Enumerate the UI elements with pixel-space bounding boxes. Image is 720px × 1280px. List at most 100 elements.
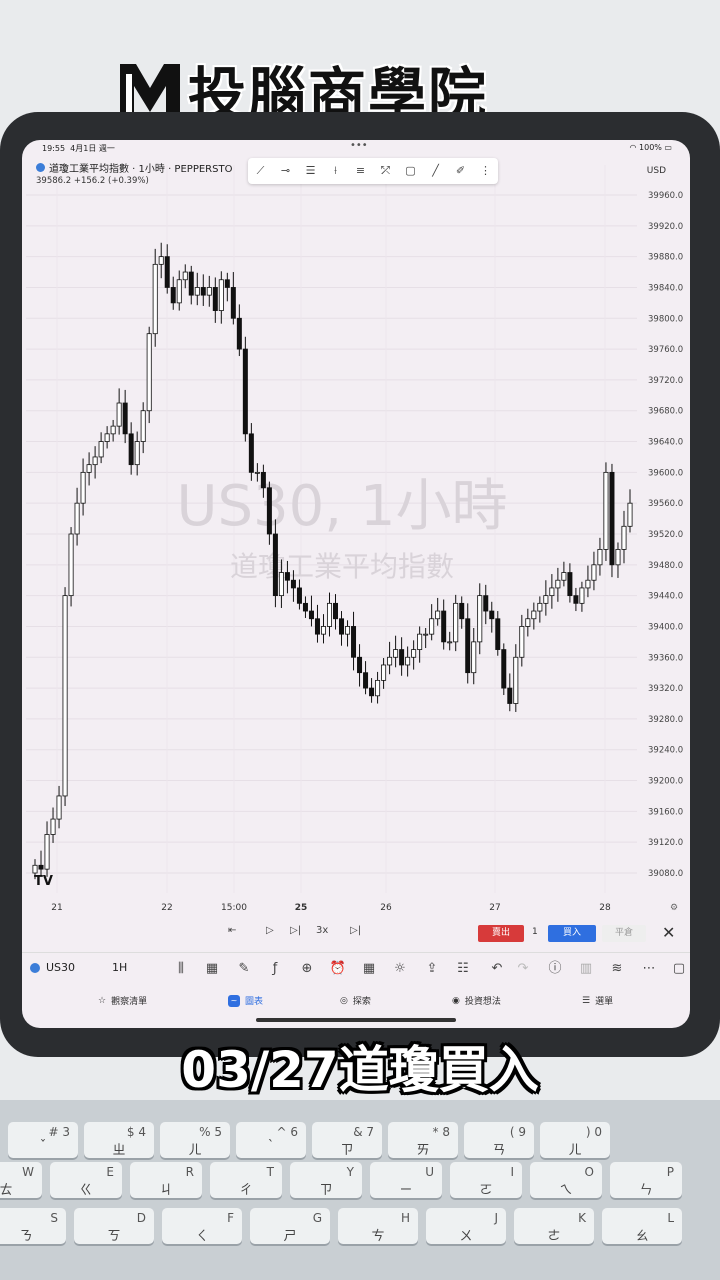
keyboard-key[interactable]: Dㄎ xyxy=(74,1208,154,1244)
fib-tool-icon[interactable]: ≡ xyxy=(353,163,369,179)
keyboard-key[interactable]: Yㄗ xyxy=(290,1162,362,1198)
layout-grid-icon[interactable]: ▦ xyxy=(360,960,378,978)
tradingview-logo-icon: TV xyxy=(34,874,53,889)
timeframe-selector[interactable]: 1H xyxy=(112,961,127,974)
indicators-icon[interactable]: ƒ xyxy=(266,960,284,978)
keyboard-key[interactable]: ^ 6ˋ xyxy=(236,1122,306,1158)
play-icon[interactable]: ▷ xyxy=(266,925,274,936)
nav-explore[interactable]: ◎ 探索 xyxy=(340,994,371,1008)
y-tick-label: 39440.0 xyxy=(648,592,683,602)
pitchfork-tool-icon[interactable]: ⤱ xyxy=(378,163,394,179)
nav-ideas[interactable]: ◉ 投資想法 xyxy=(452,994,501,1008)
calendar-icon[interactable]: ▦ xyxy=(203,960,221,978)
trend-line-tool-icon[interactable]: ⟋ xyxy=(253,163,269,179)
flatten-button[interactable]: 平倉 xyxy=(602,925,646,942)
home-indicator[interactable] xyxy=(256,1018,456,1022)
brush-tool-icon[interactable]: ✐ xyxy=(453,163,469,179)
notes-icon[interactable]: ☷ xyxy=(454,960,472,978)
more-icon[interactable]: ⋯ xyxy=(640,960,658,978)
star-icon: ☆ xyxy=(98,995,107,1006)
keyboard-key[interactable]: & 7ㄗ xyxy=(312,1122,382,1158)
keyboard-key[interactable]: # 3ˇ xyxy=(8,1122,78,1158)
keyboard-key[interactable]: Tㄔ xyxy=(210,1162,282,1198)
vertical-line-icon[interactable]: ⟊ xyxy=(328,163,344,179)
horizontal-ray-icon[interactable]: ⊸ xyxy=(278,163,294,179)
candle-body xyxy=(128,433,134,466)
keyboard-key[interactable]: Jㄨ xyxy=(426,1208,506,1244)
undo-icon[interactable]: ↶ xyxy=(488,960,506,978)
keyboard-key[interactable]: ) 0ㄦ xyxy=(540,1122,610,1158)
keyboard-key[interactable]: Rㄐ xyxy=(130,1162,202,1198)
replay-start-icon[interactable]: ⇤ xyxy=(228,925,236,936)
candle-body xyxy=(483,595,489,612)
sell-button[interactable]: 賣出 xyxy=(478,925,524,942)
share-icon[interactable]: ⇪ xyxy=(423,960,441,978)
more-tools-icon[interactable]: ⋮ xyxy=(478,163,494,179)
lightbulb-icon[interactable]: ☼ xyxy=(391,960,409,978)
y-tick-label: 39320.0 xyxy=(648,684,683,694)
brand-logo-icon xyxy=(120,64,180,116)
bar-chart-icon[interactable]: ▥ xyxy=(577,960,595,978)
x-tick-label: 26 xyxy=(380,903,392,913)
alarm-icon[interactable]: ⏰ xyxy=(329,960,347,978)
close-replay-icon[interactable]: ✕ xyxy=(662,923,675,942)
fullscreen-icon[interactable]: ▢ xyxy=(670,960,688,978)
candle-body xyxy=(302,602,308,612)
candle-body xyxy=(603,471,609,550)
keyboard-key[interactable]: ( 9ㄢ xyxy=(464,1122,534,1158)
rectangle-tool-icon[interactable]: ▢ xyxy=(403,163,419,179)
candles-icon[interactable]: ⫼ xyxy=(172,960,190,978)
toolbar-symbol[interactable]: US30 xyxy=(30,961,75,974)
chart-icon: ~ xyxy=(228,994,240,1007)
keyboard-key[interactable]: Eㄍ xyxy=(50,1162,122,1198)
buy-button[interactable]: 買入 xyxy=(548,925,596,942)
symbol-flag-icon xyxy=(36,163,45,172)
price-chart[interactable]: 39960.0 39920.0 39880.0 39840.0 39800.0 39760… xyxy=(22,140,690,920)
keyboard-key[interactable]: Hㄘ xyxy=(338,1208,418,1244)
nav-chart[interactable]: ~ 圖表 xyxy=(228,994,263,1007)
ray-tool-icon[interactable]: ╱ xyxy=(428,163,444,179)
keyboard-key[interactable]: % 5ㄦ xyxy=(160,1122,230,1158)
candle-body xyxy=(50,818,56,835)
keyboard-key[interactable]: * 8ㄞ xyxy=(388,1122,458,1158)
y-tick-label: 39920.0 xyxy=(648,222,683,232)
candle-body xyxy=(296,587,302,604)
nav-watchlist[interactable]: ☆ 觀察清單 xyxy=(98,994,147,1008)
add-icon[interactable]: ⊕ xyxy=(298,960,316,978)
redo-icon[interactable]: ↷ xyxy=(514,960,532,978)
candle-body xyxy=(188,271,194,296)
candle-body xyxy=(423,633,429,636)
keyboard-key[interactable]: Oㄟ xyxy=(530,1162,602,1198)
candle-body xyxy=(62,595,68,797)
parallel-channel-icon[interactable]: ☰ xyxy=(303,163,319,179)
keyboard-key[interactable]: Lㄠ xyxy=(602,1208,682,1244)
step-forward-icon[interactable]: ▷| xyxy=(290,925,301,936)
keyboard-key[interactable]: Pㄣ xyxy=(610,1162,682,1198)
pen-icon[interactable]: ✎ xyxy=(235,960,253,978)
symbol-title[interactable]: 道瓊工業平均指數 · 1小時 · PEPPERSTO xyxy=(36,160,232,175)
keyboard-key[interactable]: Kㄜ xyxy=(514,1208,594,1244)
keyboard-key[interactable]: Gㄕ xyxy=(250,1208,330,1244)
keyboard-key[interactable]: Sㄋ xyxy=(0,1208,66,1244)
trend-icon[interactable]: ≋ xyxy=(608,960,626,978)
nav-menu[interactable]: ☰ 選單 xyxy=(582,994,613,1008)
keyboard-key[interactable]: Wㄊ xyxy=(0,1162,42,1198)
info-icon[interactable]: ⓘ xyxy=(546,960,564,978)
keyboard-key[interactable]: Iㄛ xyxy=(450,1162,522,1198)
candle-body xyxy=(182,271,188,281)
candle-body xyxy=(429,618,435,635)
replay-end-icon[interactable]: ▷| xyxy=(350,925,361,936)
candle-body xyxy=(248,433,254,473)
keyboard-key[interactable]: Uㄧ xyxy=(370,1162,442,1198)
candle-body xyxy=(44,834,50,870)
keyboard-key[interactable]: Fㄑ xyxy=(162,1208,242,1244)
candle-body xyxy=(254,471,260,474)
replay-speed[interactable]: 3x xyxy=(316,925,328,936)
quantity-field[interactable]: 1 xyxy=(532,927,538,937)
currency-label[interactable]: USD xyxy=(647,166,666,176)
candle-body xyxy=(369,687,375,697)
candle-body xyxy=(218,279,224,311)
candle-body xyxy=(32,864,38,874)
keyboard-key[interactable]: $ 4ㄓ xyxy=(84,1122,154,1158)
y-tick-label: 39960.0 xyxy=(648,191,683,201)
